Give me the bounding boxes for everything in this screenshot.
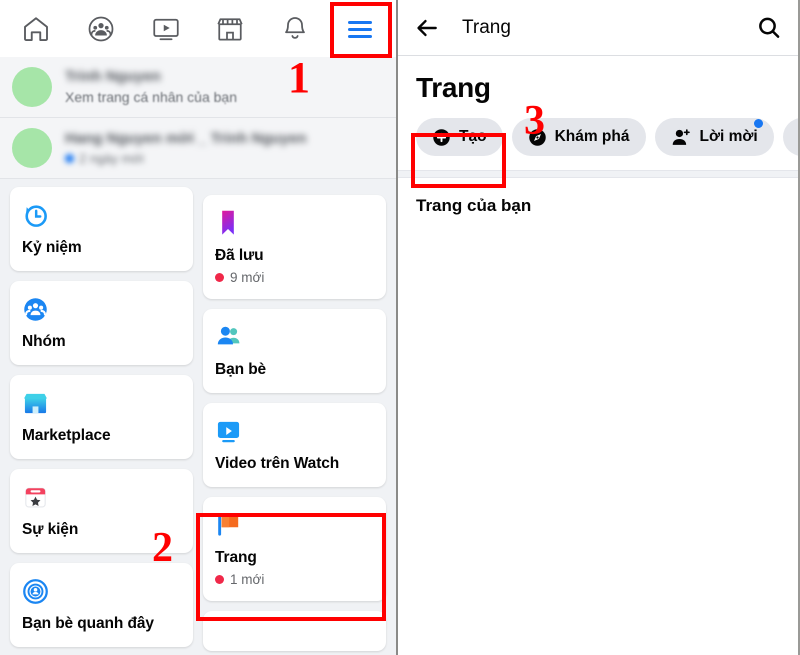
red-dot-icon [215,273,224,282]
badge-text: 9 mới [230,270,265,285]
screenshot-root: Trinh Nguyen Xem trang cá nhân của bạn H… [0,0,800,655]
menu-card-memories[interactable]: Kỷ niệm [10,187,193,271]
top-navigation-bar [0,0,396,58]
hamburger-menu-icon [347,20,372,38]
nav-tab-marketplace[interactable] [199,1,261,56]
marketplace-store-icon [22,388,181,418]
card-label: Bạn bè [215,361,267,378]
nav-tab-groups[interactable] [70,1,132,56]
menu-card-pages[interactable]: Trang 1 mới [203,497,386,601]
card-label: Marketplace [22,427,111,444]
annotation-number-1: 1 [288,53,310,102]
liked-pages-pill[interactable]: T [782,118,798,156]
nav-tab-notifications[interactable] [264,1,326,56]
pages-flag-icon [215,510,374,540]
red-dot-icon [215,575,224,584]
pill-label: Tạo [459,128,487,145]
blue-dot-icon [65,154,74,163]
menu-card-partial-next[interactable] [203,611,386,651]
arrow-left-icon[interactable] [414,15,440,41]
pill-label: Khám phá [554,128,630,145]
groups-people-icon [22,294,181,324]
menu-grid-right-column: Đã lưu 9 mới Bạn bè Video trên Watch Tra… [203,187,386,651]
menu-grid-left-column: Kỷ niệm Nhóm Marketplace Sự kiện Bạn bè … [10,187,193,651]
pill-label: Lời mời [699,128,758,145]
card-label: Video trên Watch [215,455,340,472]
header-title: Trang [462,16,511,38]
annotation-number-3: 3 [524,98,545,144]
card-label: Đã lưu [215,247,264,264]
nav-tab-menu[interactable] [329,1,391,58]
menu-card-watch[interactable]: Video trên Watch [203,403,386,487]
profile-shortcut-list: Trinh Nguyen Xem trang cá nhân của bạn H… [0,57,396,179]
menu-card-nearby-friends[interactable]: Bạn bè quanh đây [10,563,193,647]
create-page-pill[interactable]: Tạo [416,118,503,156]
profile-subtitle: Xem trang cá nhân của bạn [65,89,238,105]
page-title: Trang [416,72,491,103]
list-item-profile[interactable]: Trinh Nguyen Xem trang cá nhân của bạn [0,57,396,118]
profile-name: Trinh Nguyen [65,68,161,85]
status-badge: 1 mới [215,572,374,587]
saved-bookmark-icon [215,208,374,238]
active-tab-underline [330,55,389,58]
annotation-number-2: 2 [152,525,173,571]
avatar [12,67,52,107]
events-calendar-star-icon [22,482,181,512]
section-divider [398,170,798,178]
notification-dot-icon [753,119,763,128]
left-panel-facebook-menu: Trinh Nguyen Xem trang cá nhân của bạn H… [0,0,398,655]
watch-video-icon [153,18,179,40]
card-label: Trang [215,549,257,566]
nearby-friends-radar-icon [22,576,181,606]
pages-screen-header: Trang [398,0,798,56]
menu-card-marketplace[interactable]: Marketplace [10,375,193,459]
friends-two-people-icon [215,322,374,352]
avatar [12,128,52,168]
search-icon[interactable] [756,15,782,41]
menu-card-friends[interactable]: Bạn bè [203,309,386,393]
menu-card-grid: Kỷ niệm Nhóm Marketplace Sự kiện Bạn bè … [0,179,396,651]
card-label: Kỷ niệm [22,239,82,256]
status-badge: 9 mới [215,270,374,285]
badge-text: 1 mới [230,572,265,587]
nav-tab-watch[interactable] [135,1,197,56]
invites-pill[interactable]: Lời mời [654,118,774,156]
home-icon [24,16,49,41]
watch-video-play-icon [215,416,374,446]
memories-clock-icon [22,200,181,230]
list-item-page-shortcut[interactable]: Hang Nguyen mời _ Trinh Nguyen 2 ngày mớ… [0,118,396,179]
card-label: Nhóm [22,333,66,350]
notifications-bell-icon [285,16,305,39]
pages-action-pill-row: Tạo Khám phá Lời mời [398,110,798,170]
card-label: Bạn bè quanh đây [22,615,154,632]
pages-screen-body: Trang Tạo Khám phá Lời mời Trang của bạn [398,56,798,216]
person-add-icon [672,128,690,145]
shortcut-subtitle-row: 2 ngày mới [65,150,384,167]
nav-tab-home[interactable] [5,1,67,56]
menu-card-groups[interactable]: Nhóm [10,281,193,365]
shortcut-name: Hang Nguyen mời _ Trinh Nguyen [65,130,307,147]
plus-circle-icon [433,128,450,146]
marketplace-icon [217,17,243,40]
menu-card-saved[interactable]: Đã lưu 9 mới [203,195,386,299]
right-panel-pages-screen: Trang Trang Tạo Khám phá Lời mời Trang c… [398,0,798,655]
groups-icon [88,16,114,41]
your-pages-section-title: Trang của bạn [416,196,532,215]
shortcut-subtitle: 2 ngày mới [79,151,144,166]
